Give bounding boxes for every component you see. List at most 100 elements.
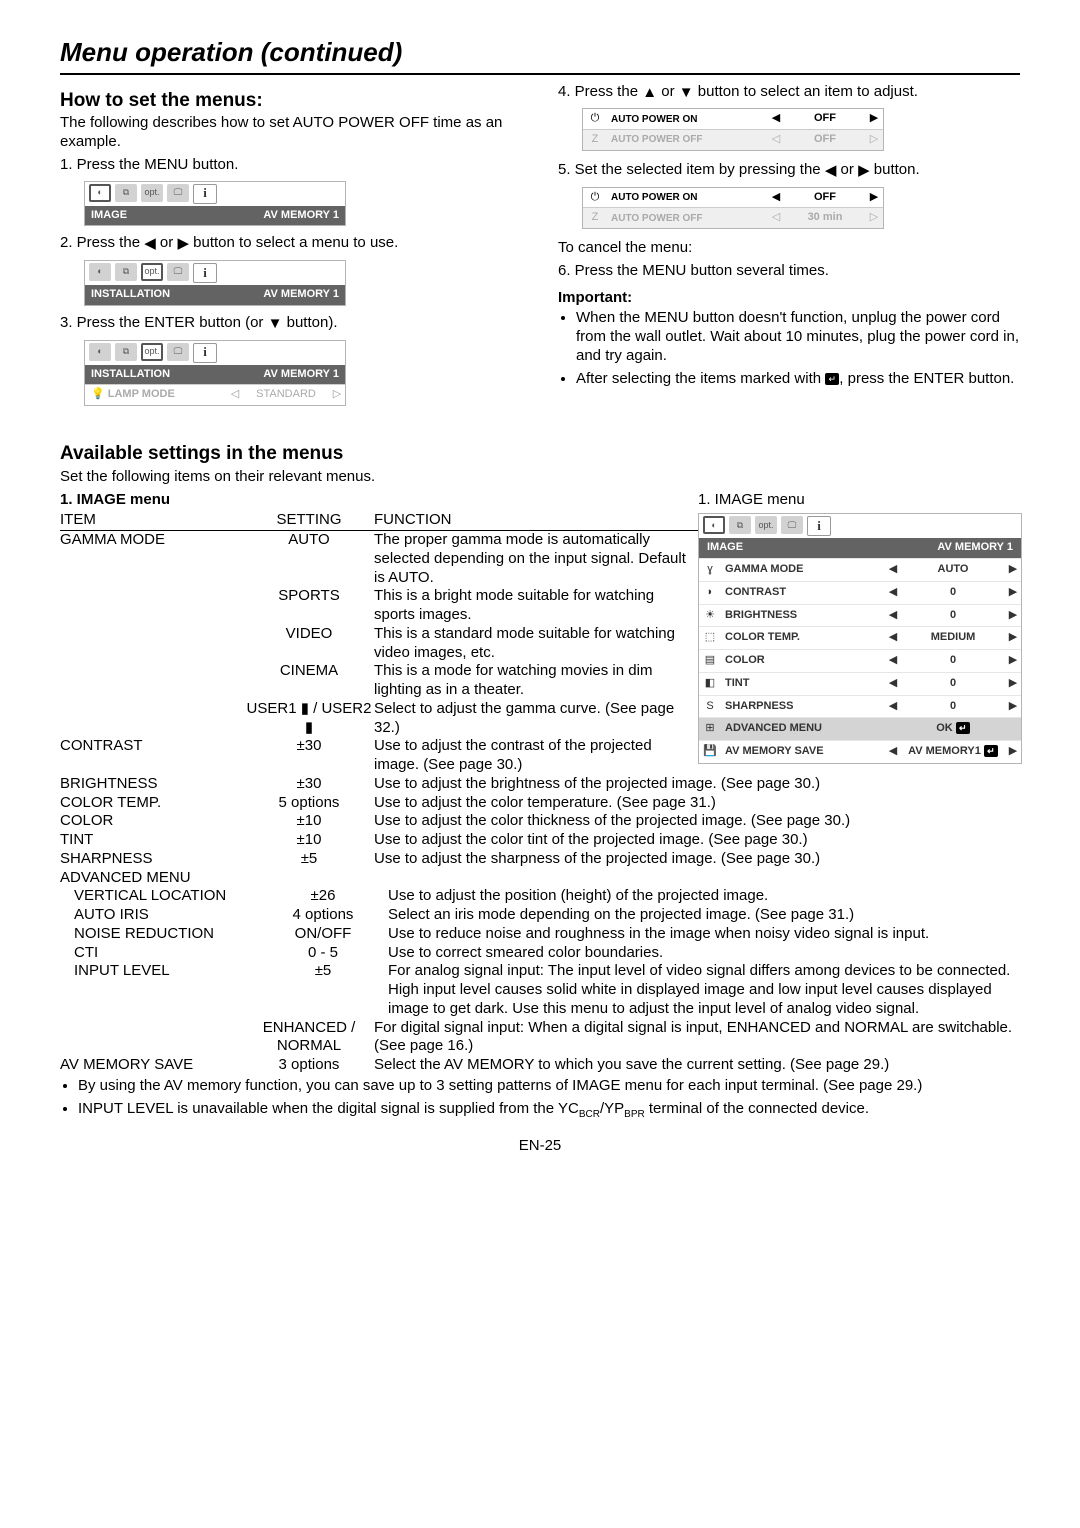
enter-icon: ↵ (956, 722, 970, 734)
menu-mini-label: AUTO POWER ON (607, 111, 767, 128)
panel-row-advanced: ⊞ ADVANCED MENU OK ↵ (699, 717, 1021, 740)
up-arrow-icon: ▲ (642, 84, 657, 103)
menu-mini-value: OFF (785, 112, 865, 126)
cell-function: Select an iris mode depending on the pro… (388, 906, 1020, 925)
menu-tab-icon: ⧉ (115, 263, 137, 281)
panel-row-icon: S (699, 700, 721, 714)
panel-row-value: 0 (901, 609, 1005, 623)
menu-mini-label: AUTO POWER OFF (607, 210, 767, 227)
advanced-icon: ⊞ (699, 722, 721, 736)
cell-function: Use to reduce noise and roughness in the… (388, 925, 1020, 944)
step-1: 1. Press the MENU button. (60, 156, 522, 175)
panel-title-right: AV MEMORY 1 (929, 538, 1021, 558)
panel-row-value: 0 (901, 654, 1005, 668)
important-item: When the MENU button doesn't function, u… (576, 309, 1020, 365)
menu-tab-icon: ◐ (89, 343, 111, 361)
menu-mini-value: 30 min (785, 211, 865, 225)
menu-tab-icon: 🖵 (167, 184, 189, 202)
cell-setting (244, 869, 374, 888)
left-arrow-icon: ◀ (767, 191, 785, 205)
panel-row-save: 💾 AV MEMORY SAVE ◀ AV MEMORY1 ↵ ▶ (699, 740, 1021, 763)
table-row: SHARPNESS±5Use to adjust the sharpness o… (60, 850, 1020, 869)
table-row: USER1 ▮ / USER2 ▮ Select to adjust the g… (60, 700, 698, 738)
right-arrow-icon: ▶ (865, 191, 883, 205)
step-5: 5. Set the selected item by pressing the… (558, 161, 1020, 181)
power-icon: ⏻ (583, 109, 607, 129)
right-arrow-icon: ▶ (865, 112, 883, 126)
menu-screenshot-4: ⏻ AUTO POWER ON ◀ OFF ▶ Z AUTO POWER OFF… (582, 108, 884, 151)
menu-tab-icon: 🖵 (167, 263, 189, 281)
cell-item: COLOR TEMP. (60, 794, 244, 813)
menu-tab-icon: ⧉ (115, 184, 137, 202)
menu-tab-icon: ◐ (89, 184, 111, 202)
table-row: AUTO IRIS4 optionsSelect an iris mode de… (60, 906, 1020, 925)
cell-function: Use to adjust the color thickness of the… (374, 812, 1020, 831)
image-menu-panel: ◐ ⧉ opt. 🖵 i IMAGE AV MEMORY 1 ɣGAMMA MO… (698, 513, 1022, 764)
cell-function: Use to correct smeared color boundaries. (388, 944, 1020, 963)
left-arrow-icon: ◁ (767, 211, 785, 225)
panel-row-label: SHARPNESS (721, 696, 885, 718)
left-arrow-icon: ◀ (885, 609, 901, 623)
right-arrow-icon: ▷ (329, 388, 345, 402)
cell-function: For analog signal input: The input level… (388, 962, 1020, 1018)
table-row: TINT±10Use to adjust the color tint of t… (60, 831, 1020, 850)
how-to-intro: The following describes how to set AUTO … (60, 114, 522, 152)
panel-row-icon: ◧ (699, 677, 721, 691)
step-4: 4. Press the ▲ or ▼ button to select an … (558, 83, 1020, 103)
menu-tab-icon: ⧉ (729, 516, 751, 534)
cell-function: For digital signal input: When a digital… (374, 1019, 1020, 1057)
cell-setting: ±26 (258, 887, 388, 906)
cell-item: ADVANCED MENU (60, 869, 244, 888)
enter-icon: ↵ (825, 373, 839, 385)
sleep-icon: Z (583, 130, 607, 150)
panel-row-icon: ◗ (699, 586, 721, 600)
menu-item-value: STANDARD (243, 385, 329, 405)
menu-mini-label: AUTO POWER ON (607, 189, 767, 206)
panel-row-label: COLOR (721, 650, 885, 672)
menu-mini-value: OFF (785, 133, 865, 147)
menu-tab-icon: opt. (141, 263, 163, 281)
step-6: 6. Press the MENU button several times. (558, 262, 1020, 281)
left-arrow-icon: ◀ (885, 631, 901, 645)
panel-row-icon: ɣ (699, 563, 721, 577)
table-row: ADVANCED MENU (60, 869, 1020, 888)
table-row: CONTRAST ±30 Use to adjust the contrast … (60, 737, 698, 775)
panel-row: ◗CONTRAST◀0▶ (699, 581, 1021, 604)
info-icon: i (193, 343, 217, 363)
cell-function: Use to adjust the color temperature. (Se… (374, 794, 1020, 813)
cell-setting: 0 - 5 (258, 944, 388, 963)
cell-item: AUTO IRIS (60, 906, 258, 925)
left-arrow-icon: ◀ (885, 677, 901, 691)
panel-row-label: BRIGHTNESS (721, 605, 885, 627)
right-arrow-icon: ▶ (858, 162, 870, 181)
cell-setting: ±30 (244, 775, 374, 794)
cell-item: TINT (60, 831, 244, 850)
left-arrow-icon: ◁ (767, 133, 785, 147)
table-header-row: ITEM SETTING FUNCTION (60, 511, 698, 531)
left-arrow-icon: ◁ (227, 388, 243, 402)
col-setting: SETTING (244, 511, 374, 530)
panel-row-value: 0 (901, 700, 1005, 714)
panel-row-value: 0 (901, 677, 1005, 691)
right-arrow-icon: ▶ (1005, 677, 1021, 691)
save-icon: 💾 (699, 745, 721, 759)
menu-title-right: AV MEMORY 1 (257, 285, 345, 305)
how-to-heading: How to set the menus: (60, 89, 522, 113)
info-icon: i (807, 516, 831, 536)
down-arrow-icon: ▼ (268, 315, 283, 334)
panel-row-icon: ▤ (699, 654, 721, 668)
table-row: CTI0 - 5Use to correct smeared color bou… (60, 944, 1020, 963)
cell-setting: 5 options (244, 794, 374, 813)
left-arrow-icon: ◀ (885, 700, 901, 714)
panel-title-left: IMAGE (699, 538, 929, 558)
menu-tab-icon: opt. (141, 343, 163, 361)
menu-tab-icon: opt. (755, 516, 777, 534)
settings-table: ITEM SETTING FUNCTION GAMMA MODE AUTO Th… (60, 511, 698, 775)
panel-row-value: AUTO (901, 563, 1005, 577)
left-arrow-icon: ◀ (885, 654, 901, 668)
panel-row-label: GAMMA MODE (721, 559, 885, 581)
info-icon: i (193, 263, 217, 283)
panel-row-label: TINT (721, 673, 885, 695)
table-row: VERTICAL LOCATION±26Use to adjust the po… (60, 887, 1020, 906)
cell-setting: ±5 (244, 850, 374, 869)
